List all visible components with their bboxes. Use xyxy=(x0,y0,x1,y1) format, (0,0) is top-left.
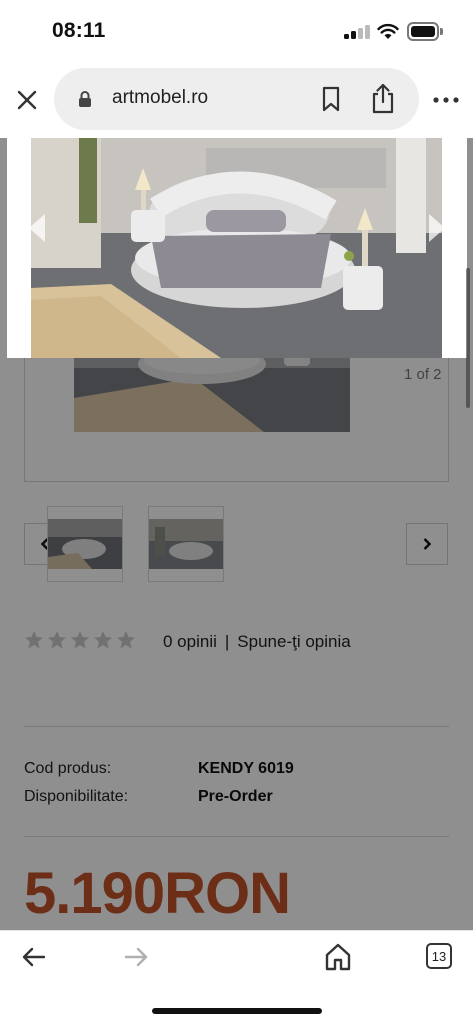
more-icon[interactable] xyxy=(431,90,461,110)
share-icon[interactable] xyxy=(370,82,396,114)
battery-icon xyxy=(407,22,439,41)
home-icon[interactable] xyxy=(324,942,352,972)
browser-bottom-bar: 13 xyxy=(0,930,473,1024)
back-arrow-icon[interactable] xyxy=(20,945,48,969)
browser-toolbar: artmobel.ro xyxy=(0,62,473,138)
forward-arrow-icon[interactable] xyxy=(122,945,150,969)
lightbox-image[interactable] xyxy=(31,138,442,358)
bookmark-icon[interactable] xyxy=(319,86,343,112)
lightbox-prev-button[interactable] xyxy=(25,208,49,248)
status-bar: 08:11 xyxy=(0,0,473,62)
close-button[interactable] xyxy=(14,87,40,113)
lock-icon xyxy=(79,91,91,107)
scrollbar[interactable] xyxy=(466,268,470,408)
close-icon xyxy=(17,90,37,110)
status-time: 08:11 xyxy=(52,19,106,42)
lightbox-next-button[interactable] xyxy=(425,208,449,248)
address-bar[interactable]: artmobel.ro xyxy=(54,68,419,130)
signal-icon xyxy=(344,24,370,39)
home-indicator xyxy=(152,1008,322,1014)
tabs-button[interactable]: 13 xyxy=(426,943,452,969)
url-text: artmobel.ro xyxy=(112,87,209,108)
battery-cap xyxy=(440,28,443,35)
image-lightbox xyxy=(7,138,467,358)
wifi-icon xyxy=(377,23,399,39)
